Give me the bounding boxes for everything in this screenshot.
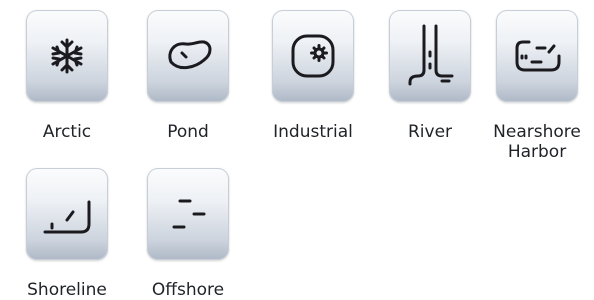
tile-industrial[interactable]: Industrial [253, 10, 373, 142]
arctic-button[interactable] [26, 10, 108, 102]
tile-shoreline[interactable]: Shoreline [7, 168, 127, 300]
harbor-icon [515, 40, 561, 72]
tile-river[interactable]: River [370, 10, 490, 142]
offshore-button[interactable] [147, 168, 229, 260]
pond-icon [168, 40, 212, 70]
label-nearshore-harbor: Nearshore Harbor [493, 122, 581, 162]
shoreline-icon [43, 200, 91, 234]
nearshore-harbor-button[interactable] [496, 10, 578, 102]
label-industrial: Industrial [273, 122, 353, 142]
snowflake-icon [51, 38, 83, 74]
industrial-button[interactable] [272, 10, 354, 102]
tile-pond[interactable]: Pond [128, 10, 248, 142]
offshore-icon [172, 199, 206, 229]
tile-arctic[interactable]: Arctic [7, 10, 127, 142]
label-pond: Pond [167, 122, 209, 142]
river-icon [408, 24, 454, 86]
shoreline-button[interactable] [26, 168, 108, 260]
tile-nearshore-harbor[interactable]: Nearshore Harbor [477, 10, 594, 162]
river-button[interactable] [389, 10, 471, 102]
label-shoreline: Shoreline [27, 280, 107, 300]
label-river: River [407, 122, 453, 142]
label-arctic: Arctic [42, 122, 92, 142]
tile-offshore[interactable]: Offshore [128, 168, 248, 300]
pond-button[interactable] [147, 10, 229, 102]
industrial-icon [291, 34, 335, 78]
label-offshore: Offshore [151, 280, 225, 300]
